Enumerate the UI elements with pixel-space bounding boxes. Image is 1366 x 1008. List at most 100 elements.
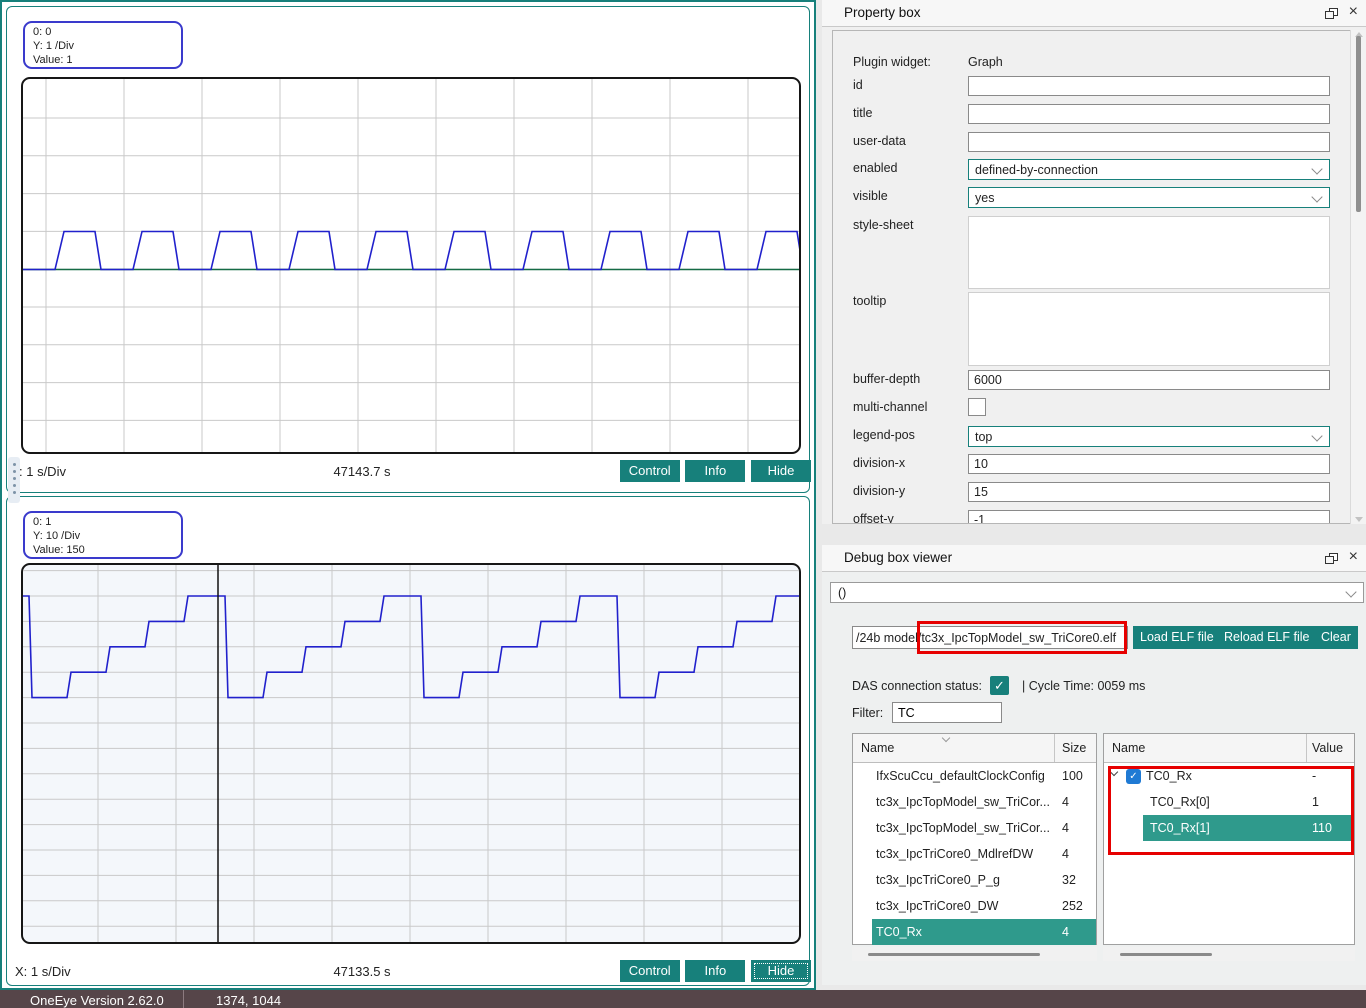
watch-row[interactable]: TC0_Rx[0]1 xyxy=(1104,789,1354,815)
symbol-name: TC0_Rx xyxy=(876,925,922,939)
vertical-scrollbar[interactable] xyxy=(1350,30,1366,524)
graph-widget-0: 0: 0 Y: 1 /Div Value: 1 : 1 s/Div 47143.… xyxy=(6,6,810,493)
symbol-table-header[interactable]: Name Size xyxy=(853,734,1096,763)
symbol-name: tc3x_IpcTopModel_sw_TriCor... xyxy=(876,795,1050,809)
symbol-name: tc3x_IpcTopModel_sw_TriCor... xyxy=(876,821,1050,835)
column-header-name[interactable]: Name xyxy=(861,741,894,755)
splitter-handle[interactable] xyxy=(8,457,20,503)
watch-table-header[interactable]: Name Value xyxy=(1104,734,1354,763)
title-field[interactable] xyxy=(968,104,1330,124)
elf-path-field[interactable] xyxy=(852,626,1128,649)
close-icon[interactable]: × xyxy=(1349,3,1358,21)
tooltip-textarea[interactable] xyxy=(968,292,1330,366)
division-x-label: division-x xyxy=(853,456,905,470)
enabled-dropdown[interactable]: defined-by-connection xyxy=(968,159,1330,180)
scrollbar-thumb[interactable] xyxy=(1120,953,1212,956)
legend-ydiv: Y: 10 /Div xyxy=(33,529,173,543)
reload-elf-button[interactable]: Reload ELF file xyxy=(1217,626,1316,649)
symbol-row[interactable]: tc3x_IpcTriCore0_DW252 xyxy=(853,893,1096,919)
filter-input[interactable] xyxy=(892,702,1002,723)
legend-value: Value: 1 xyxy=(33,53,173,67)
legend-pos-dropdown[interactable]: top xyxy=(968,426,1330,447)
scrollbar-thumb[interactable] xyxy=(868,953,1040,956)
division-y-field[interactable] xyxy=(968,482,1330,502)
symbol-row[interactable]: tc3x_IpcTopModel_sw_TriCor...4 xyxy=(853,789,1096,815)
chevron-down-icon xyxy=(1311,430,1322,441)
expression-dropdown[interactable]: () xyxy=(830,582,1364,603)
float-icon[interactable] xyxy=(1325,552,1338,570)
division-x-field[interactable] xyxy=(968,454,1330,474)
symbol-row[interactable]: tc3x_IpcTriCore0_MdlrefDW4 xyxy=(853,841,1096,867)
symbol-table: Name Size IfxScuCcu_defaultClockConfig10… xyxy=(852,733,1097,945)
info-button[interactable]: Info xyxy=(685,460,745,482)
hide-button[interactable]: Hide xyxy=(751,960,811,982)
graph0-legend: 0: 0 Y: 1 /Div Value: 1 xyxy=(23,21,183,69)
filter-label: Filter: xyxy=(852,706,883,720)
plugin-widget-label: Plugin widget: xyxy=(853,55,931,69)
id-field[interactable] xyxy=(968,76,1330,96)
control-button[interactable]: Control xyxy=(620,960,680,982)
visible-dropdown[interactable]: yes xyxy=(968,187,1330,208)
status-bar: OneEye Version 2.62.0 1374, 1044 xyxy=(0,990,1366,1008)
watch-name: TC0_Rx xyxy=(1146,769,1192,783)
scroll-down-icon[interactable] xyxy=(1355,517,1363,522)
legend-pos-value: top xyxy=(975,430,992,444)
column-header-size[interactable]: Size xyxy=(1062,741,1086,755)
symbol-row[interactable]: IfxScuCcu_defaultClockConfig100 xyxy=(853,763,1096,789)
debug-box-titlebar[interactable]: Debug box viewer × xyxy=(822,545,1366,572)
watch-name: TC0_Rx[1] xyxy=(1150,821,1210,835)
offset-y-field[interactable] xyxy=(968,510,1330,524)
das-connected-checkbox[interactable]: ✓ xyxy=(990,676,1009,695)
legend-pos-label: legend-pos xyxy=(853,428,915,442)
cursor-coordinates: 1374, 1044 xyxy=(216,993,281,1008)
enabled-value: defined-by-connection xyxy=(975,163,1098,177)
property-box-title: Property box xyxy=(844,5,921,20)
symbol-table-body: IfxScuCcu_defaultClockConfig100tc3x_IpcT… xyxy=(853,763,1096,945)
symbol-size: 4 xyxy=(1062,925,1069,939)
horizontal-scrollbar[interactable] xyxy=(1103,947,1355,961)
watch-row[interactable]: TC0_Rx[1]110 xyxy=(1104,815,1354,841)
buffer-depth-field[interactable] xyxy=(968,370,1330,390)
user-data-field[interactable] xyxy=(968,132,1330,152)
chevron-down-icon xyxy=(1311,191,1322,202)
info-button[interactable]: Info xyxy=(685,960,745,982)
graph1-plot-area[interactable] xyxy=(21,563,801,944)
watch-row[interactable]: ✓ TC0_Rx - xyxy=(1104,763,1354,789)
load-elf-button[interactable]: Load ELF file xyxy=(1133,626,1221,649)
symbol-row[interactable]: tc3x_IpcTriCore0_P_g 32 xyxy=(853,867,1096,893)
style-sheet-textarea[interactable] xyxy=(968,216,1330,289)
symbol-name: tc3x_IpcTriCore0_DW xyxy=(876,899,999,913)
column-header-name[interactable]: Name xyxy=(1112,741,1145,755)
legend-channel: 0: 0 xyxy=(33,25,173,39)
enabled-label: enabled xyxy=(853,161,898,175)
visible-value: yes xyxy=(975,191,994,205)
symbol-row[interactable]: TC0_Rx 4 xyxy=(853,919,1096,945)
symbol-row[interactable]: tc3x_IpcTopModel_sw_TriCor...4 xyxy=(853,815,1096,841)
property-box-titlebar[interactable]: Property box × xyxy=(822,0,1366,27)
multi-channel-checkbox[interactable] xyxy=(968,398,986,416)
graph1-xscale-label: X: 1 s/Div xyxy=(15,964,71,979)
watch-value: - xyxy=(1312,769,1316,783)
clear-button[interactable]: Clear xyxy=(1314,626,1358,649)
plot-enable-checkbox[interactable]: ✓ xyxy=(1126,769,1141,784)
column-header-value[interactable]: Value xyxy=(1312,741,1343,755)
offset-y-label: offset-y xyxy=(853,512,894,524)
chevron-down-icon xyxy=(1311,163,1322,174)
close-icon[interactable]: × xyxy=(1349,548,1358,566)
column-divider[interactable] xyxy=(1306,734,1307,762)
scrollbar-thumb[interactable] xyxy=(1356,36,1361,212)
symbol-name: tc3x_IpcTriCore0_P_g xyxy=(876,873,1000,887)
graph1-legend: 0: 1 Y: 10 /Div Value: 150 xyxy=(23,511,183,559)
hide-button[interactable]: Hide xyxy=(751,460,811,482)
horizontal-scrollbar[interactable] xyxy=(852,947,1097,961)
expander-icon[interactable] xyxy=(1110,768,1118,776)
watch-table: Name Value ✓ TC0_Rx - TC0_Rx[0]1TC0_Rx[1]11… xyxy=(1103,733,1355,945)
graph-widget-1: 0: 1 Y: 10 /Div Value: 150 X: 1 s/Div 47… xyxy=(6,496,810,986)
graph0-waveform xyxy=(23,79,799,452)
control-button[interactable]: Control xyxy=(620,460,680,482)
symbol-size: 32 xyxy=(1062,873,1076,887)
graph0-xscale-label: : 1 s/Div xyxy=(19,464,66,479)
float-icon[interactable] xyxy=(1325,7,1338,25)
graph0-plot-area[interactable] xyxy=(21,77,801,454)
column-divider[interactable] xyxy=(1054,734,1055,762)
